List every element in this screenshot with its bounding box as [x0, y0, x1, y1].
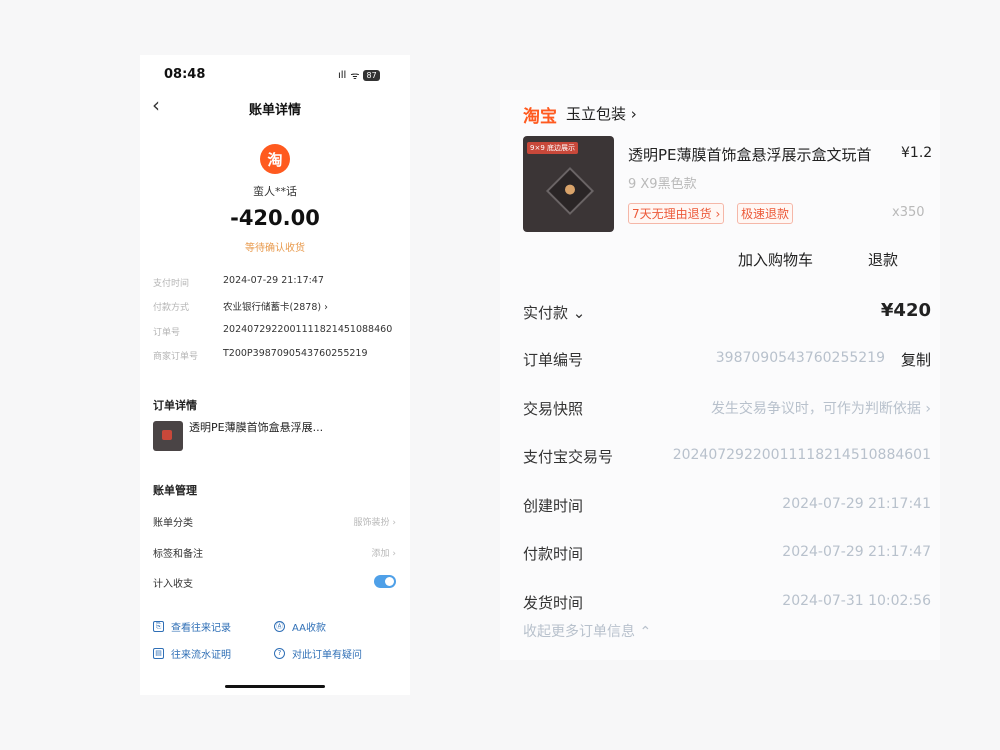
status-icons: ıll ᯤ 87: [338, 68, 380, 82]
aa-collect-label: AA收款: [292, 623, 326, 634]
document-icon: ▤: [153, 648, 164, 659]
order-item-name[interactable]: 透明PE薄膜首饰盒悬浮展...: [189, 419, 323, 435]
snapshot-link[interactable]: 发生交易争议时，可作为判断依据 ›: [711, 398, 931, 418]
order-number-label: 订单编号: [523, 351, 584, 369]
product-spec: 9 X9黑色款: [628, 177, 697, 192]
bill-detail-screen: 08:48 ıll ᯤ 87 ‹ 账单详情 淘 蛮人**话 -420.00 等待…: [140, 55, 410, 695]
aa-icon: Ⓐ: [274, 621, 285, 632]
view-history-link[interactable]: ⎘ 查看往来记录: [153, 619, 231, 634]
tags-notes-label: 标签和备注: [153, 549, 203, 560]
taobao-logo: 淘宝: [523, 107, 557, 127]
create-time-value: 2024-07-29 21:17:41: [782, 496, 931, 512]
merchant-name: 蛮人**话: [253, 185, 297, 198]
ship-time-label: 发货时间: [523, 594, 584, 612]
order-question-link[interactable]: ? 对此订单有疑问: [274, 646, 362, 661]
order-detail-title: 订单详情: [153, 399, 197, 412]
product-title[interactable]: 透明PE薄膜首饰盒悬浮展示盒文玩首: [628, 144, 872, 165]
merchant-order-no-label: 商家订单号: [153, 352, 199, 362]
add-to-cart-button[interactable]: 加入购物车: [725, 242, 827, 277]
product-image[interactable]: 9×9 底边展示: [523, 136, 614, 232]
wifi-icon: ᯤ: [350, 71, 360, 82]
snapshot-label: 交易快照: [523, 400, 584, 418]
bill-amount: -420.00: [230, 206, 320, 230]
signal-icon: ıll: [338, 69, 347, 81]
order-no-value: 2024072922001111821451088460: [223, 324, 393, 335]
question-icon: ?: [274, 648, 285, 659]
pay-time-value: 2024-07-29 21:17:47: [223, 275, 324, 286]
order-detail-panel: 淘宝 玉立包装 › 9×9 底边展示 透明PE薄膜首饰盒悬浮展示盒文玩首 ¥1.…: [500, 90, 940, 660]
merchant-order-no-value: T200P3987090543760255219: [223, 348, 368, 359]
include-in-budget-toggle[interactable]: [374, 575, 396, 588]
refund-button[interactable]: 退款: [855, 242, 912, 277]
product-image-tag: 9×9 底边展示: [527, 142, 578, 154]
order-number-value: 3987090543760255219: [715, 350, 885, 366]
collapse-order-info-button[interactable]: 收起更多订单信息 ⌃: [523, 621, 651, 641]
payment-time-value: 2024-07-29 21:17:47: [782, 544, 931, 560]
create-time-label: 创建时间: [523, 497, 584, 515]
tags-notes-add[interactable]: 添加 ›: [372, 546, 396, 559]
product-thumbnail[interactable]: [153, 421, 183, 451]
paid-amount-value: ¥420: [880, 300, 931, 321]
product-price: ¥1.2: [901, 145, 933, 161]
bill-category-value[interactable]: 服饰装扮 ›: [354, 515, 396, 528]
bill-management-title: 账单管理: [153, 484, 197, 497]
status-time: 08:48: [164, 67, 206, 82]
page-title: 账单详情: [248, 103, 301, 118]
history-icon: ⎘: [153, 621, 164, 632]
view-history-label: 查看往来记录: [171, 623, 231, 634]
return-policy-badge[interactable]: 7天无理由退货 ›: [628, 203, 725, 224]
payment-time-label: 付款时间: [523, 545, 584, 563]
aa-collect-link[interactable]: Ⓐ AA收款: [274, 619, 326, 634]
order-no-label: 订单号: [153, 328, 181, 338]
bill-category-label: 账单分类: [153, 518, 193, 529]
ship-time-value: 2024-07-31 10:02:56: [782, 593, 931, 609]
pay-method-label: 付款方式: [153, 303, 190, 313]
paid-amount-label[interactable]: 实付款 ⌄: [523, 302, 585, 323]
fast-refund-badge: 极速退款: [737, 203, 794, 224]
battery-icon: 87: [363, 69, 380, 81]
copy-order-number-button[interactable]: 复制: [901, 349, 931, 370]
include-in-budget-label: 计入收支: [153, 579, 193, 590]
order-question-label: 对此订单有疑问: [292, 650, 362, 661]
bill-status: 等待确认收货: [245, 243, 305, 254]
pay-time-label: 支付时间: [153, 279, 190, 289]
pay-method-value[interactable]: 农业银行储蓄卡(2878) ›: [223, 299, 328, 313]
home-indicator: [225, 685, 325, 688]
shop-name-link[interactable]: 玉立包装 ›: [566, 103, 637, 124]
alipay-trade-no-label: 支付宝交易号: [523, 448, 614, 466]
alipay-trade-no-value: 20240729220011118214510884601: [672, 447, 931, 463]
transaction-proof-label: 往来流水证明: [171, 650, 231, 661]
product-image-box: [545, 166, 595, 216]
product-quantity: x350: [892, 205, 925, 220]
transaction-proof-link[interactable]: ▤ 往来流水证明: [153, 646, 231, 661]
taobao-logo-icon: 淘: [260, 144, 290, 174]
